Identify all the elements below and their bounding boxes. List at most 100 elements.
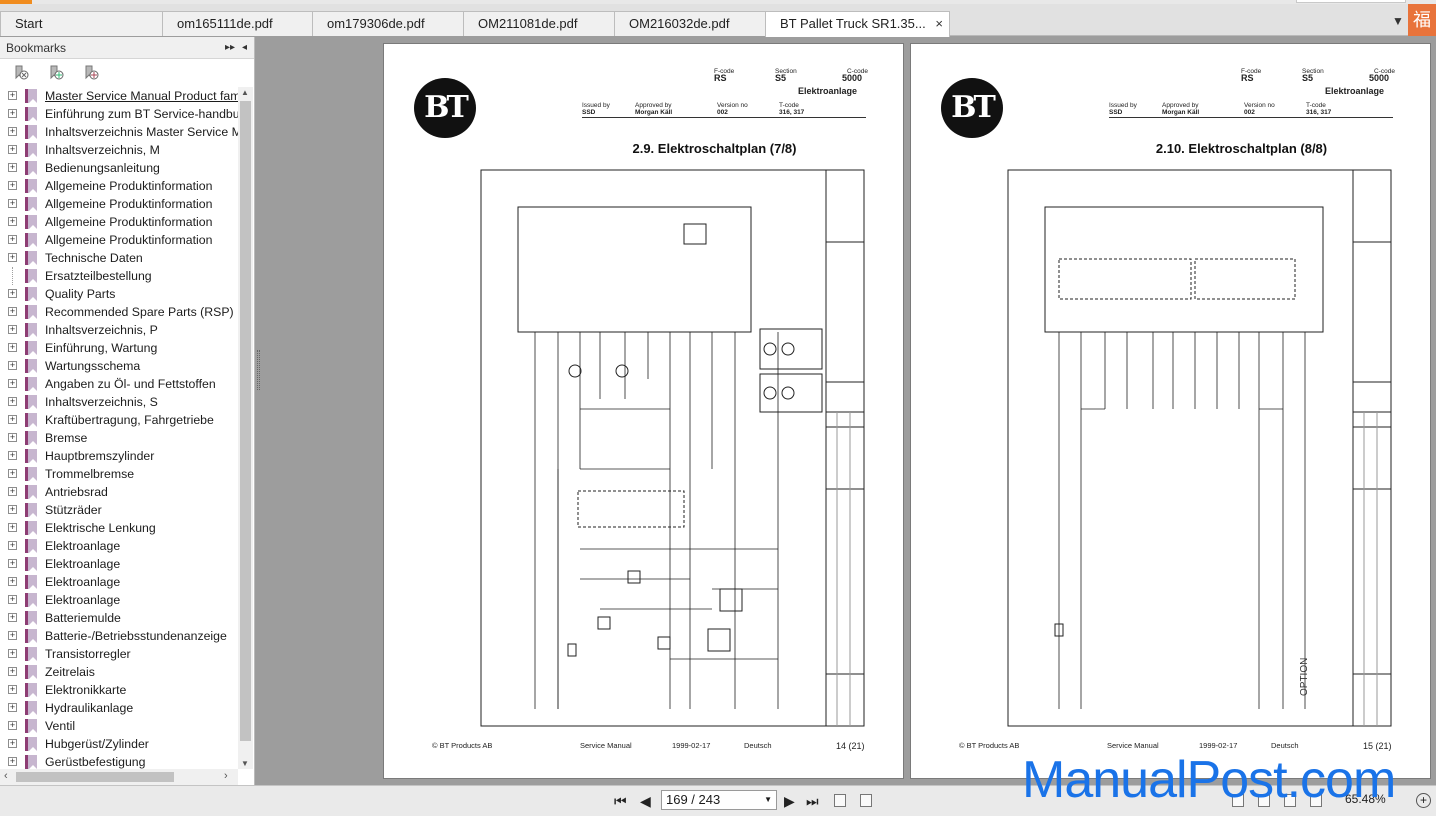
bookmark-item[interactable]: + Einführung zum BT Service-handbu bbox=[0, 105, 238, 123]
bookmark-item[interactable]: + Allgemeine Produktinformation bbox=[0, 231, 238, 249]
next-view-icon[interactable] bbox=[860, 794, 872, 807]
expand-icon[interactable]: + bbox=[8, 541, 17, 550]
expand-icon[interactable]: + bbox=[8, 469, 17, 478]
bookmark-item[interactable]: Ersatzteilbestellung bbox=[0, 267, 238, 285]
app-logo-icon[interactable]: 福 bbox=[1408, 4, 1436, 36]
bookmark-item[interactable]: + Elektroanlage bbox=[0, 537, 238, 555]
scroll-down-icon[interactable]: ▼ bbox=[241, 759, 249, 768]
expand-icon[interactable]: + bbox=[8, 127, 17, 136]
bookmark-item[interactable]: + Ventil bbox=[0, 717, 238, 735]
bookmark-item[interactable]: + Antriebsrad bbox=[0, 483, 238, 501]
tab-list-chevron-icon[interactable]: ▼ bbox=[1392, 14, 1404, 28]
tab-om216032de[interactable]: OM216032de.pdf bbox=[614, 11, 767, 36]
tab-om165111de[interactable]: om165111de.pdf bbox=[162, 11, 315, 36]
expand-icon[interactable]: + bbox=[8, 163, 17, 172]
bookmark-item[interactable]: + Bedienungsanleitung bbox=[0, 159, 238, 177]
expand-icon[interactable]: + bbox=[8, 181, 17, 190]
tab-start[interactable]: Start bbox=[0, 11, 165, 36]
expand-icon[interactable]: + bbox=[8, 559, 17, 568]
bookmark-item[interactable]: + Hubgerüst/Zylinder bbox=[0, 735, 238, 753]
tab-bt-pallet-truck[interactable]: BT Pallet Truck SR1.35... × bbox=[765, 11, 950, 37]
bookmark-item[interactable]: + Einführung, Wartung bbox=[0, 339, 238, 357]
scroll-right-icon[interactable]: › bbox=[224, 770, 228, 782]
expand-icon[interactable]: + bbox=[8, 217, 17, 226]
bookmark-item[interactable]: + Inhaltsverzeichnis, P bbox=[0, 321, 238, 339]
expand-icon[interactable]: + bbox=[8, 721, 17, 730]
add-bookmark-icon[interactable] bbox=[82, 64, 100, 82]
tab-om179306de[interactable]: om179306de.pdf bbox=[312, 11, 465, 36]
expand-icon[interactable]: + bbox=[8, 145, 17, 154]
expand-icon[interactable]: + bbox=[8, 289, 17, 298]
expand-icon[interactable]: + bbox=[8, 631, 17, 640]
expand-icon[interactable]: + bbox=[8, 523, 17, 532]
bookmark-item[interactable]: + Inhaltsverzeichnis Master Service M bbox=[0, 123, 238, 141]
bookmark-item[interactable]: + Gerüstbefestigung bbox=[0, 753, 238, 769]
tab-om211081de[interactable]: OM211081de.pdf bbox=[463, 11, 616, 36]
panel-splitter-handle[interactable] bbox=[257, 350, 260, 390]
bookmark-item[interactable]: + Zeitrelais bbox=[0, 663, 238, 681]
bookmark-item[interactable]: + Allgemeine Produktinformation bbox=[0, 213, 238, 231]
first-page-icon[interactable]: ⏮ bbox=[614, 793, 627, 810]
expand-icon[interactable]: + bbox=[8, 703, 17, 712]
panel-options-icon[interactable]: ▸▸ bbox=[225, 37, 235, 59]
last-page-icon[interactable]: ⏭ bbox=[806, 793, 819, 810]
quick-search-box[interactable] bbox=[1296, 0, 1406, 3]
previous-view-icon[interactable] bbox=[834, 794, 846, 807]
expand-icon[interactable]: + bbox=[8, 91, 17, 100]
bookmark-item[interactable]: + Allgemeine Produktinformation bbox=[0, 177, 238, 195]
expand-icon[interactable]: + bbox=[8, 739, 17, 748]
expand-bookmark-icon[interactable] bbox=[47, 64, 65, 82]
bookmark-item[interactable]: + Elektronikkarte bbox=[0, 681, 238, 699]
expand-icon[interactable]: + bbox=[8, 235, 17, 244]
previous-page-icon[interactable]: ◀ bbox=[640, 793, 651, 810]
expand-icon[interactable]: + bbox=[8, 109, 17, 118]
next-page-icon[interactable]: ▶ bbox=[784, 793, 795, 810]
expand-icon[interactable]: + bbox=[8, 199, 17, 208]
expand-icon[interactable]: + bbox=[8, 343, 17, 352]
bookmark-item[interactable]: + Bremse bbox=[0, 429, 238, 447]
bookmark-item[interactable]: + Elektrische Lenkung bbox=[0, 519, 238, 537]
expand-icon[interactable]: + bbox=[8, 415, 17, 424]
bookmark-item[interactable]: + Hydraulikanlage bbox=[0, 699, 238, 717]
bookmark-item[interactable]: + Inhaltsverzeichnis, S bbox=[0, 393, 238, 411]
chevron-down-icon[interactable]: ▼ bbox=[764, 791, 772, 809]
bookmark-item[interactable]: + Elektroanlage bbox=[0, 573, 238, 591]
bookmark-item[interactable]: + Quality Parts bbox=[0, 285, 238, 303]
expand-icon[interactable]: + bbox=[8, 487, 17, 496]
bookmark-item[interactable]: + Batterie-/Betriebsstundenanzeige bbox=[0, 627, 238, 645]
expand-icon[interactable]: + bbox=[8, 397, 17, 406]
bookmark-item[interactable]: + Kraftübertragung, Fahrgetriebe bbox=[0, 411, 238, 429]
expand-icon[interactable]: + bbox=[8, 307, 17, 316]
zoom-in-icon[interactable]: + bbox=[1416, 793, 1431, 808]
expand-icon[interactable]: + bbox=[8, 505, 17, 514]
scroll-up-icon[interactable]: ▲ bbox=[241, 88, 249, 97]
bookmark-item[interactable]: + Recommended Spare Parts (RSP) bbox=[0, 303, 238, 321]
bookmark-item[interactable]: + Allgemeine Produktinformation bbox=[0, 195, 238, 213]
expand-icon[interactable]: + bbox=[8, 361, 17, 370]
bookmark-item[interactable]: + Trommelbremse bbox=[0, 465, 238, 483]
expand-icon[interactable]: + bbox=[8, 649, 17, 658]
bookmark-item[interactable]: + Transistorregler bbox=[0, 645, 238, 663]
expand-icon[interactable]: + bbox=[8, 433, 17, 442]
hscroll-thumb[interactable] bbox=[16, 772, 174, 782]
bookmark-item[interactable]: + Hauptbremszylinder bbox=[0, 447, 238, 465]
delete-bookmark-icon[interactable] bbox=[12, 64, 30, 82]
expand-icon[interactable]: + bbox=[8, 451, 17, 460]
page-number-field[interactable]: 169 / 243 ▼ bbox=[661, 790, 777, 810]
scroll-left-icon[interactable]: ‹ bbox=[4, 770, 8, 782]
bookmark-item[interactable]: + Wartungsschema bbox=[0, 357, 238, 375]
bookmark-item[interactable]: + Elektroanlage bbox=[0, 555, 238, 573]
bookmark-item[interactable]: + Master Service Manual Product fam bbox=[0, 87, 238, 105]
tab-close-icon[interactable]: × bbox=[935, 12, 943, 36]
expand-icon[interactable]: + bbox=[8, 613, 17, 622]
bookmark-vertical-scrollbar[interactable]: ▲ ▼ bbox=[238, 87, 253, 769]
bookmark-horizontal-scrollbar[interactable]: ‹ › bbox=[0, 769, 238, 785]
expand-icon[interactable]: + bbox=[8, 325, 17, 334]
scroll-thumb[interactable] bbox=[240, 101, 251, 741]
bookmark-item[interactable]: + Stützräder bbox=[0, 501, 238, 519]
bookmark-item[interactable]: + Angaben zu Öl- und Fettstoffen bbox=[0, 375, 238, 393]
collapse-panel-icon[interactable]: ◂ bbox=[242, 37, 247, 59]
bookmark-item[interactable]: + Batteriemulde bbox=[0, 609, 238, 627]
bookmark-item[interactable]: + Inhaltsverzeichnis, M bbox=[0, 141, 238, 159]
expand-icon[interactable]: + bbox=[8, 685, 17, 694]
